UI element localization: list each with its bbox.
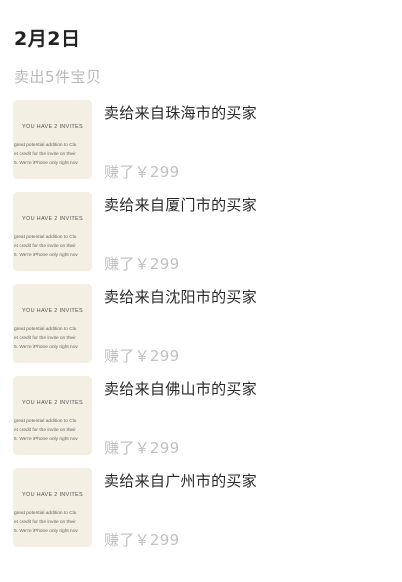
list-item[interactable]: YOU HAVE 2 INVITES great potential addit… [13, 468, 393, 560]
thumbnail-text-line: 5. We're iPhone only right nov [14, 345, 78, 350]
thumbnail-heading: YOU HAVE 2 INVITES [22, 216, 83, 222]
thumbnail-text-line: great potential addition to Clu [14, 327, 77, 332]
thumbnail-text-line: 5. We're iPhone only right nov [14, 437, 78, 442]
item-title: 卖给来自沈阳市的买家 [104, 288, 258, 306]
item-title: 卖给来自广州市的买家 [104, 472, 258, 490]
thumbnail-text-line: et credit for the invite on their [14, 428, 76, 433]
thumbnail-text-line: 5. We're iPhone only right nov [14, 529, 78, 534]
thumbnail-heading: YOU HAVE 2 INVITES [22, 492, 83, 498]
item-earned-amount: 赚了￥299 [104, 255, 180, 273]
list-item[interactable]: YOU HAVE 2 INVITES great potential addit… [13, 284, 393, 376]
thumbnail-text-line: et credit for the invite on their [14, 244, 76, 249]
thumbnail-text-line: great potential addition to Clu [14, 143, 77, 148]
list-item[interactable]: YOU HAVE 2 INVITES great potential addit… [13, 192, 393, 284]
item-thumbnail[interactable]: YOU HAVE 2 INVITES great potential addit… [13, 468, 92, 547]
thumbnail-text-line: 5. We're iPhone only right nov [14, 253, 78, 258]
thumbnail-text-line: great potential addition to Clu [14, 235, 77, 240]
item-title: 卖给来自珠海市的买家 [104, 104, 258, 122]
item-title: 卖给来自佛山市的买家 [104, 380, 258, 398]
thumbnail-text-line: 5. We're iPhone only right nov [14, 161, 78, 166]
sales-record-page: 2月2日 卖出5件宝贝 YOU HAVE 2 INVITES great pot… [0, 0, 402, 582]
item-earned-amount: 赚了￥299 [104, 163, 180, 181]
sold-items-list: YOU HAVE 2 INVITES great potential addit… [13, 100, 393, 560]
thumbnail-heading: YOU HAVE 2 INVITES [22, 124, 83, 130]
thumbnail-text-line: et credit for the invite on their [14, 152, 76, 157]
list-item[interactable]: YOU HAVE 2 INVITES great potential addit… [13, 376, 393, 468]
thumbnail-heading: YOU HAVE 2 INVITES [22, 400, 83, 406]
item-thumbnail[interactable]: YOU HAVE 2 INVITES great potential addit… [13, 100, 92, 179]
item-thumbnail[interactable]: YOU HAVE 2 INVITES great potential addit… [13, 192, 92, 271]
item-earned-amount: 赚了￥299 [104, 531, 180, 549]
thumbnail-text-line: et credit for the invite on their [14, 336, 76, 341]
item-earned-amount: 赚了￥299 [104, 347, 180, 365]
thumbnail-text-line: et credit for the invite on their [14, 520, 76, 525]
thumbnail-text-line: great potential addition to Clu [14, 511, 77, 516]
item-thumbnail[interactable]: YOU HAVE 2 INVITES great potential addit… [13, 284, 92, 363]
thumbnail-text-line: great potential addition to Clu [14, 419, 77, 424]
list-item[interactable]: YOU HAVE 2 INVITES great potential addit… [13, 100, 393, 192]
item-earned-amount: 赚了￥299 [104, 439, 180, 457]
thumbnail-heading: YOU HAVE 2 INVITES [22, 308, 83, 314]
sold-count-summary: 卖出5件宝贝 [14, 68, 102, 86]
item-thumbnail[interactable]: YOU HAVE 2 INVITES great potential addit… [13, 376, 92, 455]
item-title: 卖给来自厦门市的买家 [104, 196, 258, 214]
date-heading: 2月2日 [14, 28, 81, 50]
